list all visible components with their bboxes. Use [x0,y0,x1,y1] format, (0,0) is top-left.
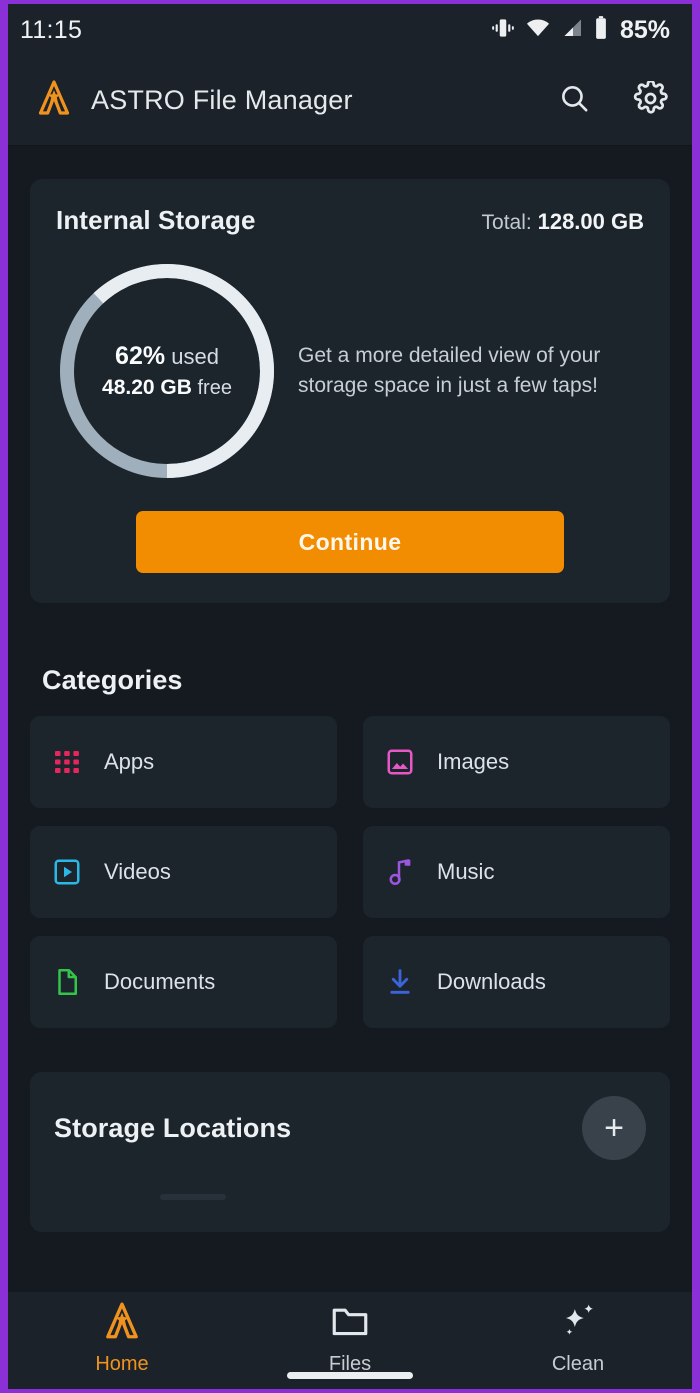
storage-total: Total: 128.00 GB [482,209,644,235]
category-label: Images [437,749,510,774]
status-clock: 11:15 [20,15,83,44]
nav-item-home[interactable]: Home [47,1300,197,1376]
app-bar: ASTRO File Manager [8,56,692,146]
bottom-navigation: Home Files Clean [8,1291,692,1389]
music-note-icon [385,857,415,887]
storage-locations-title: Storage Locations [54,1112,292,1143]
apps-grid-icon [52,747,82,777]
category-label: Apps [104,749,155,774]
categories-heading: Categories [42,665,183,695]
storage-card-header: Internal Storage Total: 128.00 GB [56,205,644,236]
storage-total-value: 128.00 GB [537,209,644,234]
category-item-music[interactable]: Music [363,826,670,918]
app-bar-actions [558,79,668,121]
astro-logo-icon [34,78,74,123]
storage-free-value: 48.20 GB [102,376,192,399]
category-item-videos[interactable]: Videos [30,826,337,918]
gear-icon[interactable] [633,79,668,121]
storage-card-body: 62% used 48.20 GB free Get a more detail… [56,256,644,486]
home-indicator [287,1372,413,1379]
category-label: Documents [104,969,216,994]
category-item-images[interactable]: Images [363,716,670,808]
storage-free-line: 48.20 GB free [102,376,232,400]
cellular-signal-icon [560,16,584,45]
main-scroll-area[interactable]: Internal Storage Total: 128.00 GB 62% us… [8,146,692,1291]
image-icon [385,747,415,777]
category-label: Downloads [437,969,546,994]
video-play-icon [52,857,82,887]
storage-donut-labels: 62% used 48.20 GB free [52,256,282,486]
folder-icon [329,1300,371,1347]
nav-label: Home [95,1353,149,1375]
search-icon[interactable] [558,82,591,120]
download-icon [385,967,415,997]
storage-total-label: Total: [481,211,532,234]
categories-grid: Apps Images Videos Music Documents Downl… [30,716,670,1028]
storage-used-percent: 62% [115,342,166,370]
add-location-button[interactable]: + [582,1096,646,1160]
battery-percent: 85% [619,15,670,44]
document-file-icon [52,967,82,997]
sparkle-icon [557,1300,599,1347]
storage-used-line: 62% used [115,342,219,371]
nav-item-clean[interactable]: Clean [503,1300,653,1376]
storage-blurb: Get a more detailed view of your storage… [298,344,601,397]
continue-button[interactable]: Continue [136,511,564,573]
storage-location-row-partial [160,1194,226,1200]
nav-label: Clean [551,1353,605,1375]
battery-icon [593,15,609,46]
category-item-apps[interactable]: Apps [30,716,337,808]
vibrate-icon [490,15,516,46]
wifi-icon [525,15,551,46]
phone-screen: 11:15 85% ASTRO File Manager Internal St… [8,4,692,1389]
category-label: Music [437,859,495,884]
nav-item-files[interactable]: Files [275,1300,425,1376]
storage-donut-chart: 62% used 48.20 GB free [52,256,282,486]
category-item-downloads[interactable]: Downloads [363,936,670,1028]
internal-storage-card: Internal Storage Total: 128.00 GB 62% us… [30,179,670,603]
status-system-icons: 85% [490,15,670,46]
category-item-documents[interactable]: Documents [30,936,337,1028]
storage-locations-card: Storage Locations + [30,1072,670,1232]
storage-free-suffix: free [197,377,232,399]
status-bar: 11:15 85% [8,4,692,56]
storage-title: Internal Storage [56,205,256,235]
category-label: Videos [104,859,171,884]
astro-logo-icon [101,1300,143,1347]
app-brand: ASTRO File Manager [34,78,558,123]
app-title: ASTRO File Manager [91,85,353,115]
storage-locations-header: Storage Locations + [54,1096,646,1160]
storage-used-suffix: used [171,344,219,369]
plus-icon: + [604,1109,624,1147]
